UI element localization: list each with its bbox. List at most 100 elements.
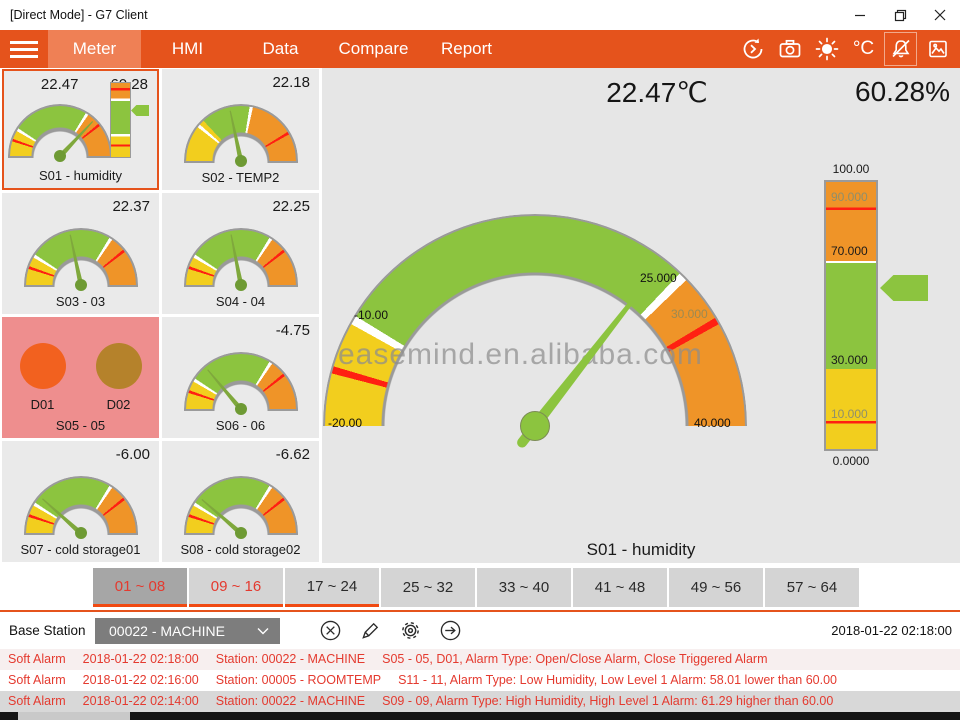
group-tab-7[interactable]: 49 ~ 56 [669,568,763,607]
sensor-tile-s01[interactable]: 22.4760.28S01 - humidity [2,69,159,190]
mini-gauge-hub [235,403,247,415]
cancel-icon[interactable] [318,618,342,642]
gauge-low-tick-label: -10.00 [354,308,388,322]
tile-values: -6.00 [116,446,150,463]
window-title: [Direct Mode] - G7 Client [10,8,148,22]
gauge-hub [520,411,550,441]
tile-value: 22.37 [112,198,150,215]
mini-gauge-arc [186,478,296,533]
sensor-tile-s06[interactable]: -4.75S06 - 06 [162,317,319,438]
tile-value: 22.25 [272,198,310,215]
bar-alarm-low-label: 10.000 [831,407,868,421]
close-button[interactable] [920,0,960,30]
mini-gauge [186,230,296,288]
mini-gauge-arc [10,106,110,156]
sensor-tile-s03[interactable]: 22.37S03 - 03 [2,193,159,314]
group-tab-3[interactable]: 17 ~ 24 [285,568,379,607]
nav-tabs: MeterHMIDataCompareReport [48,30,513,68]
tile-values: -4.75 [276,322,310,339]
bar-seg-high-label: 70.000 [831,244,868,258]
sensor-tile-s08[interactable]: -6.62S08 - cold storage02 [162,441,319,562]
alarm-row[interactable]: Soft Alarm2018-01-22 02:14:00Station: 00… [0,691,960,712]
tile-label: S05 - 05 [2,418,159,433]
alarm-time: 2018-01-22 02:14:00 [83,694,199,708]
alarm-time: 2018-01-22 02:16:00 [83,673,199,687]
group-tab-5[interactable]: 33 ~ 40 [477,568,571,607]
group-tab-2[interactable]: 09 ~ 16 [189,568,283,607]
humidity-readout: 60.28% [790,76,950,108]
tile-values: -6.62 [276,446,310,463]
sensor-tile-s05[interactable]: D01 D02 S05 - 05 [2,317,159,438]
history-icon[interactable] [736,32,769,66]
watermark: easemind.en.alibaba.com [338,338,778,372]
mini-bar-gauge [110,82,131,158]
switch-label: D02 [107,397,131,412]
humidity-bar-gauge: 90.000 70.000 30.000 10.000 [824,180,878,451]
switch-d01: D01 [20,343,66,412]
bar-alarm-high-label: 90.000 [831,190,868,204]
settings-icon[interactable] [398,618,422,642]
tile-values: 22.25 [272,198,310,215]
minimize-button[interactable] [840,0,880,30]
forward-icon[interactable] [438,618,462,642]
gauge-max-label: 40.000 [694,416,731,430]
nav-tab-data[interactable]: Data [234,30,327,68]
sensor-tile-s02[interactable]: 22.18S02 - TEMP2 [162,69,319,190]
switch-dot-d02 [96,343,142,389]
switch-d02: D02 [96,343,142,412]
group-tab-4[interactable]: 25 ~ 32 [381,568,475,607]
camera-icon[interactable] [773,32,806,66]
panel-caption: S01 - humidity [322,540,960,560]
bar-min-label: 0.0000 [824,454,878,468]
group-tab-8[interactable]: 57 ~ 64 [765,568,859,607]
tile-label: S01 - humidity [4,168,157,183]
celsius-icon[interactable]: °C [847,32,880,66]
sensor-tile-s04[interactable]: 22.25S04 - 04 [162,193,319,314]
base-station-select[interactable]: 00022 - MACHINE [95,618,280,644]
group-tab-1[interactable]: 01 ~ 08 [93,568,187,607]
tile-values: 22.37 [112,198,150,215]
mini-gauge-arc [26,478,136,533]
meter-detail-panel: 22.47℃ 60.28% easemind.en.alibaba.com -2… [322,68,960,563]
gauge-min-label: -20.00 [328,416,362,430]
alarm-mute-icon[interactable] [884,32,917,66]
gauge-high-tick-label: 25.000 [640,271,677,285]
alarm-time: 2018-01-22 02:18:00 [83,652,199,666]
mini-gauge-hub [235,279,247,291]
nav-tab-hmi[interactable]: HMI [141,30,234,68]
switch-label: D01 [31,397,55,412]
switch-dot-d01 [20,343,66,389]
base-station-label: Base Station [9,623,86,638]
temperature-readout: 22.47℃ [542,76,772,109]
mini-gauge-arc [186,354,296,409]
bottom-edge [0,712,960,720]
bar-max-label: 100.00 [824,162,878,176]
restore-button[interactable] [880,0,920,30]
gallery-icon[interactable] [921,32,954,66]
mini-gauge-hub [75,527,87,539]
nav-icons: °C [736,30,954,68]
alarm-type: Soft Alarm [8,652,66,666]
alarm-row[interactable]: Soft Alarm 2018-01-22 02:18:00 Station: 00… [0,649,960,670]
switch-row: D01 D02 [2,343,159,412]
mini-gauge-hub [235,527,247,539]
current-timestamp: 2018-01-22 02:18:00 [831,623,952,638]
bar-seg-low-label: 30.000 [831,353,868,367]
alarm-station: Station: 00022 - MACHINE [216,652,365,666]
nav-tab-report[interactable]: Report [420,30,513,68]
alarm-message: S05 - 05, D01, Alarm Type: Open/Close Al… [382,652,767,666]
nav-tab-meter[interactable]: Meter [48,30,141,68]
tile-value: -6.00 [116,446,150,463]
nav-tab-compare[interactable]: Compare [327,30,420,68]
group-tab-6[interactable]: 41 ~ 48 [573,568,667,607]
edit-icon[interactable] [358,618,382,642]
alarm-station: Station: 00022 - MACHINE [216,694,365,708]
menu-icon[interactable] [0,30,48,68]
sensor-tile-s07[interactable]: -6.00S07 - cold storage01 [2,441,159,562]
bottom-edge-segment [18,712,130,720]
alarm-row[interactable]: Soft Alarm2018-01-22 02:16:00Station: 00… [0,670,960,691]
tile-value: 22.47 [41,76,79,93]
sensor-tile-grid: 22.4760.28S01 - humidity22.18S02 - TEMP2… [0,68,320,563]
brightness-icon[interactable] [810,32,843,66]
nav-bar: MeterHMIDataCompareReport [0,30,960,68]
